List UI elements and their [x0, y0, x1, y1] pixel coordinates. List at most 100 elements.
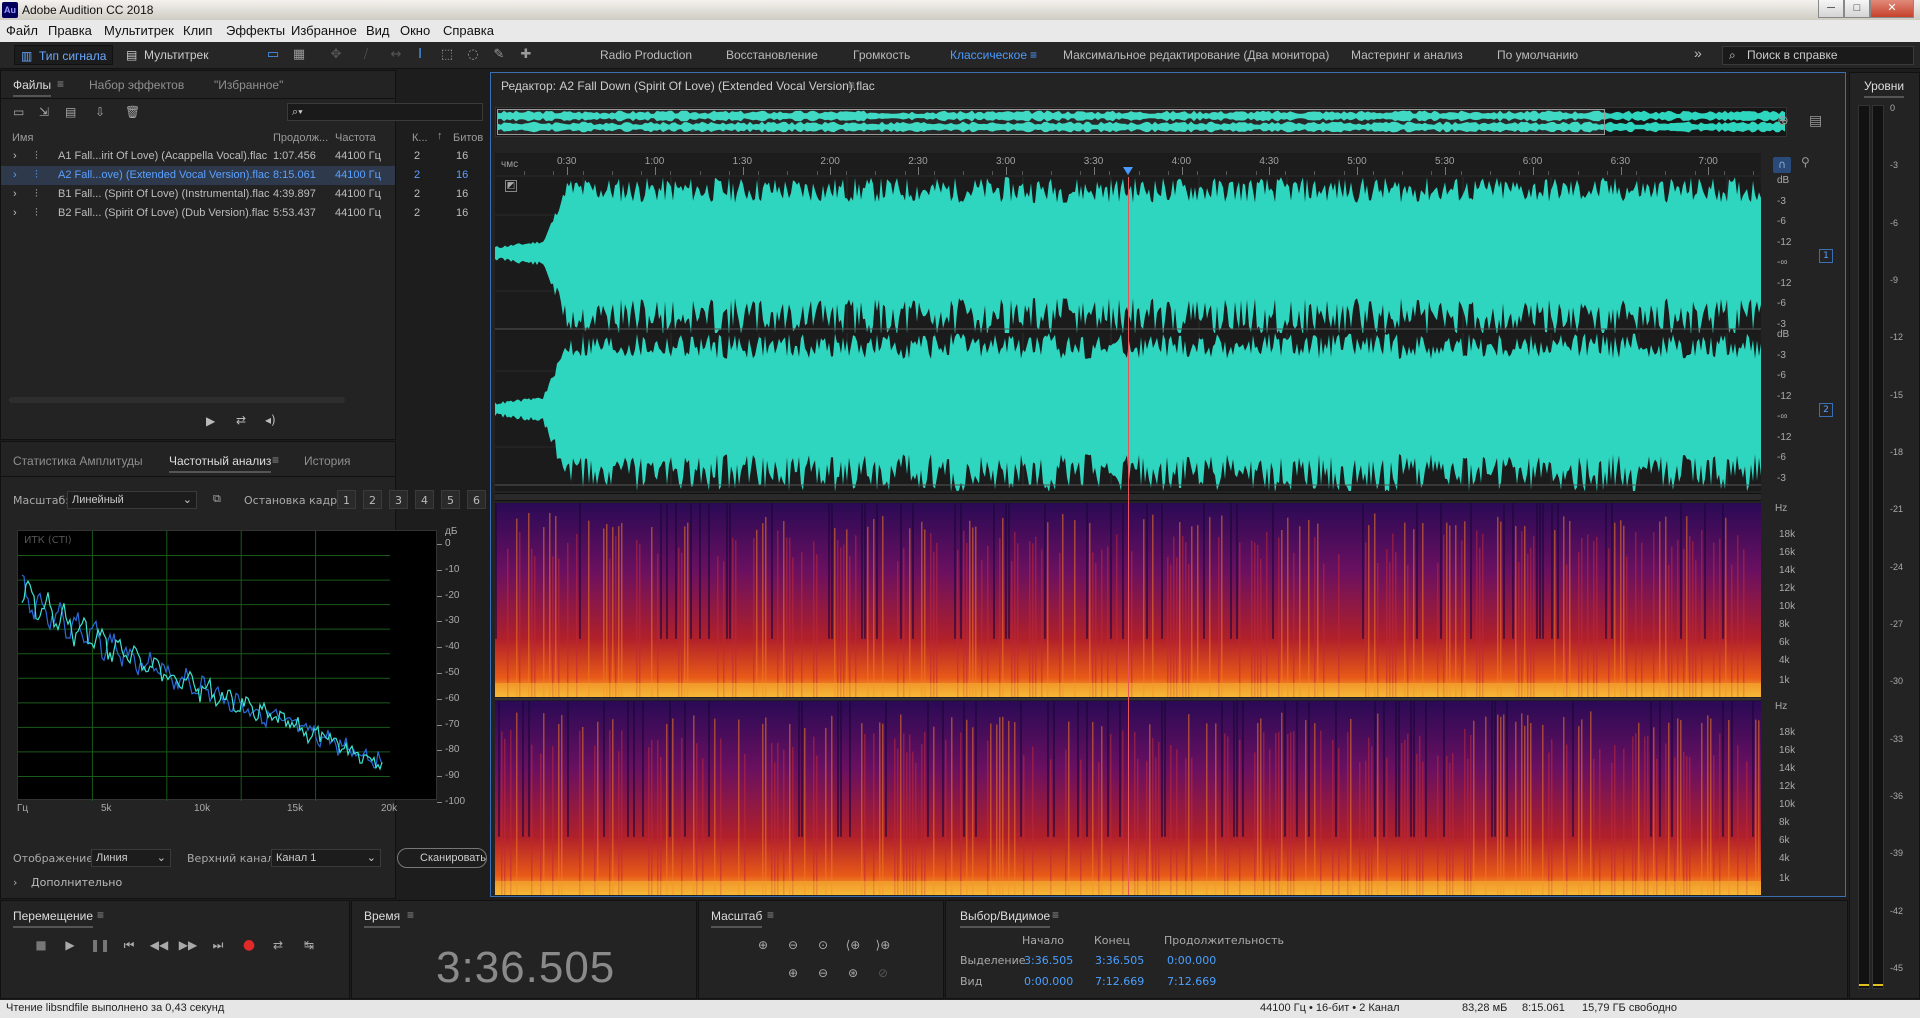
waveform-overview[interactable]: [495, 107, 1787, 137]
zoom-selected-channel-icon[interactable]: ⊘: [873, 963, 893, 983]
selection-menu-icon[interactable]: ≡: [1052, 908, 1059, 922]
view-end[interactable]: 7:12.669: [1095, 975, 1144, 988]
menu-multitrack[interactable]: Мультитрек: [104, 23, 174, 38]
workspace-mastering[interactable]: Мастеринг и анализ: [1351, 48, 1463, 62]
freeze-frame-button-5[interactable]: 5: [441, 490, 460, 509]
razor-tool-icon[interactable]: ⧸: [356, 46, 376, 64]
freeze-frame-button-1[interactable]: 1: [337, 490, 356, 509]
tab-files[interactable]: Файлы: [13, 78, 52, 97]
marquee-tool-icon[interactable]: ⬚: [437, 46, 457, 64]
waveform-view-icon[interactable]: ▭: [263, 46, 283, 64]
tab-effects-rack[interactable]: Набор эффектов: [89, 78, 184, 92]
tab-history[interactable]: История: [304, 454, 351, 468]
import-file-icon[interactable]: ⇲: [39, 105, 49, 119]
zoom-out-time-icon[interactable]: ⊖: [813, 963, 833, 983]
zoom-to-selection-icon[interactable]: ⊕: [1777, 113, 1789, 129]
zoom-to-selection-icon[interactable]: ⊛: [843, 963, 863, 983]
menu-edit[interactable]: Правка: [48, 23, 92, 38]
workspace-menu-icon[interactable]: ≡: [1030, 48, 1037, 62]
selection-end[interactable]: 3:36.505: [1095, 954, 1144, 967]
time-display[interactable]: 3:36.505: [436, 943, 615, 993]
top-channel-dropdown[interactable]: Канал 1 ⌄: [271, 849, 381, 867]
open-file-icon[interactable]: ▭: [13, 105, 24, 119]
slip-tool-icon[interactable]: ↔: [386, 46, 406, 64]
editor-menu-icon[interactable]: ≡: [848, 78, 855, 92]
workspace-restoration[interactable]: Восстановление: [726, 48, 818, 62]
workspace-overflow-icon[interactable]: »: [1694, 45, 1702, 61]
time-menu-icon[interactable]: ≡: [407, 908, 414, 922]
new-file-icon[interactable]: ▤: [65, 105, 76, 119]
snap-icon[interactable]: ∩: [1773, 157, 1791, 173]
tab-frequency-analysis[interactable]: Частотный анализ: [169, 454, 272, 473]
workspace-loudness[interactable]: Громкость: [853, 48, 910, 62]
menu-file[interactable]: Файл: [6, 23, 38, 38]
workspace-classic[interactable]: Классическое: [950, 48, 1027, 62]
file-row[interactable]: › ⫶ A2 Fall...ove) (Extended Vocal Version…: [1, 166, 468, 185]
zoom-in-amplitude-icon[interactable]: ⊕: [753, 935, 773, 955]
workspace-default[interactable]: По умолчанию: [1497, 48, 1578, 62]
channel-1-toggle[interactable]: 1: [1819, 249, 1833, 263]
lasso-tool-icon[interactable]: ◌: [463, 46, 483, 64]
col-duration[interactable]: Продолж...: [273, 132, 328, 144]
col-name[interactable]: Имя: [12, 132, 33, 144]
file-row[interactable]: › ⫶ A1 Fall...irit Of Love) (Acappella Voc…: [1, 147, 468, 166]
zoom-in-at-end-icon[interactable]: ⟩⊕: [873, 935, 893, 955]
move-tool-icon[interactable]: ✥: [326, 46, 346, 64]
zoom-out-full-icon[interactable]: ⊙: [813, 935, 833, 955]
analysis-menu-icon[interactable]: ≡: [272, 453, 279, 467]
view-duration[interactable]: 7:12.669: [1167, 975, 1216, 988]
hud-toggle-icon[interactable]: ◩: [505, 180, 517, 192]
freeze-frame-button-2[interactable]: 2: [363, 490, 382, 509]
rewind-button[interactable]: ◀◀: [149, 935, 169, 955]
minimize-button[interactable]: ─: [1818, 0, 1844, 18]
sort-arrow-icon[interactable]: ↑: [437, 130, 443, 142]
menu-effects[interactable]: Эффекты: [226, 23, 285, 38]
files-panel-menu-icon[interactable]: ≡: [57, 77, 64, 91]
files-search-input[interactable]: ⌕▾: [287, 103, 483, 121]
menu-view[interactable]: Вид: [366, 23, 390, 38]
preview-play-icon[interactable]: ▶: [206, 414, 215, 428]
close-button[interactable]: ✕: [1870, 0, 1914, 18]
play-button[interactable]: ▶: [60, 935, 80, 955]
menu-clip[interactable]: Клип: [183, 23, 212, 38]
menu-help[interactable]: Справка: [443, 23, 494, 38]
transport-menu-icon[interactable]: ≡: [97, 908, 104, 922]
file-row[interactable]: › ⫶ B2 Fall... (Spirit Of Love) (Dub Versi…: [1, 204, 468, 223]
preview-loop-icon[interactable]: ⇄: [236, 413, 246, 427]
time-selection-tool-icon[interactable]: I: [410, 46, 430, 64]
view-start[interactable]: 0:00.000: [1024, 975, 1073, 988]
freeze-frame-button-4[interactable]: 4: [415, 490, 434, 509]
spectral-view-icon[interactable]: ▦: [289, 46, 309, 64]
pause-button[interactable]: ❚❚: [90, 935, 110, 955]
scale-dropdown[interactable]: Линейный ⌄: [67, 491, 197, 509]
zoom-out-amplitude-icon[interactable]: ⊖: [783, 935, 803, 955]
loop-button[interactable]: ⇄: [268, 935, 288, 955]
maximize-button[interactable]: □: [1844, 0, 1870, 18]
channel-2-toggle[interactable]: 2: [1819, 403, 1833, 417]
zoom-in-time-icon[interactable]: ⊕: [783, 963, 803, 983]
spot-healing-tool-icon[interactable]: ✚: [516, 46, 536, 64]
workspace-radio-production[interactable]: Radio Production: [600, 48, 692, 62]
insert-into-multitrack-icon[interactable]: ⇩: [95, 105, 105, 119]
advanced-toggle[interactable]: Дополнительно: [31, 876, 122, 889]
freeze-frame-button-6[interactable]: 6: [467, 490, 486, 509]
display-dropdown[interactable]: Линия ⌄: [91, 849, 171, 867]
help-search-input[interactable]: ⌕ Поиск в справке: [1722, 46, 1914, 65]
freeze-icon[interactable]: ⧉: [213, 492, 221, 506]
freeze-frame-button-3[interactable]: 3: [389, 490, 408, 509]
files-horizontal-scrollbar[interactable]: [9, 397, 345, 403]
brush-tool-icon[interactable]: ✎: [489, 46, 509, 64]
stop-button[interactable]: ■: [31, 935, 51, 955]
col-rate[interactable]: Частота: [335, 132, 376, 144]
fast-forward-button[interactable]: ▶▶: [178, 935, 198, 955]
overview-view-range[interactable]: [497, 109, 1605, 135]
zoom-in-at-start-icon[interactable]: ⟨⊕: [843, 935, 863, 955]
menu-favorites[interactable]: Избранное: [291, 23, 357, 38]
playhead-handle[interactable]: [1123, 167, 1133, 175]
skip-selection-button[interactable]: ↹: [299, 935, 319, 955]
waveform-mode-button[interactable]: ▥ Тип сигнала: [14, 45, 114, 65]
expand-chevron-icon[interactable]: ›: [13, 876, 17, 889]
marker-pin-icon[interactable]: ⚲: [1801, 155, 1810, 169]
go-to-end-button[interactable]: ⏭: [208, 935, 228, 955]
scan-button[interactable]: Сканировать: [397, 848, 487, 868]
